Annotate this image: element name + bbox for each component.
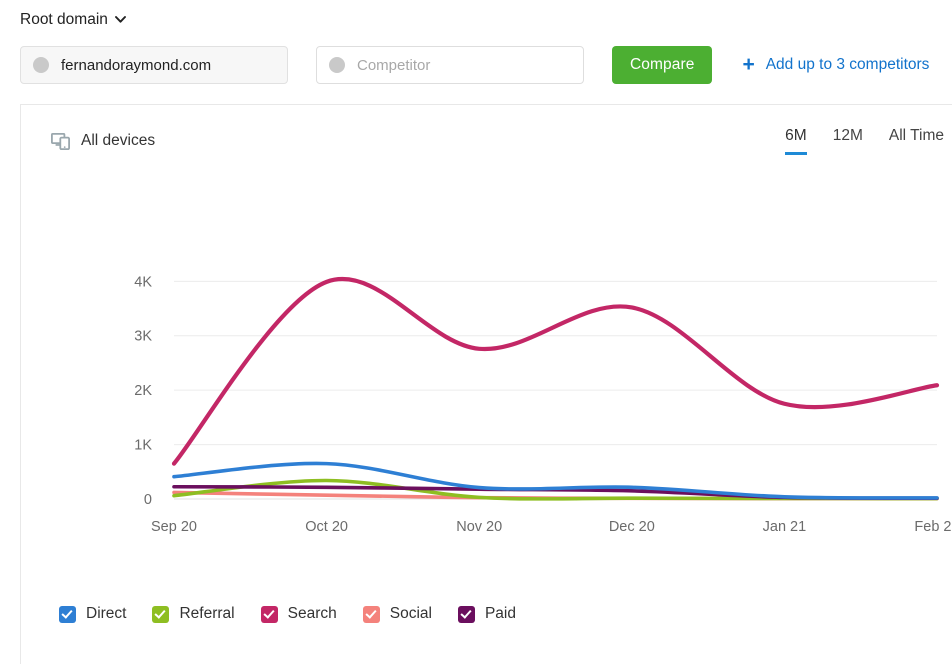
- legend-label: Direct: [86, 605, 127, 622]
- root-domain-label: Root domain: [20, 11, 108, 28]
- root-domain-dropdown[interactable]: Root domain: [20, 8, 126, 32]
- legend-item-direct[interactable]: Direct: [59, 605, 126, 623]
- y-axis-tick-label: 3K: [134, 329, 152, 345]
- x-axis-tick-label: Dec 20: [609, 519, 655, 535]
- legend-label: Search: [287, 605, 337, 622]
- add-competitors-label: Add up to 3 competitors: [765, 56, 930, 73]
- device-filter[interactable]: All devices: [51, 132, 155, 150]
- devices-icon: [51, 132, 70, 150]
- legend-item-referral[interactable]: Referral: [152, 605, 235, 623]
- legend-checkbox-direct[interactable]: [59, 605, 76, 623]
- domain-color-dot: [33, 57, 49, 73]
- chevron-down-icon: [114, 14, 126, 25]
- competitor-color-dot: [329, 57, 345, 73]
- chart-legend: Direct Referral Search Social Paid: [59, 605, 516, 623]
- legend-checkbox-social[interactable]: [362, 605, 380, 623]
- legend-label: Referral: [179, 605, 235, 622]
- competitor-input[interactable]: Competitor: [316, 46, 584, 84]
- legend-checkbox-search[interactable]: [260, 605, 278, 623]
- add-competitors-link[interactable]: + Add up to 3 competitors: [742, 52, 930, 76]
- x-axis-tick-label: Nov 20: [456, 519, 502, 535]
- y-axis-tick-label: 2K: [134, 383, 152, 399]
- time-range-tabs: 6M 12M All Time: [785, 127, 944, 155]
- legend-label: Paid: [484, 605, 516, 622]
- x-axis-tick-label: Oct 20: [305, 519, 348, 535]
- legend-item-paid[interactable]: Paid: [457, 605, 516, 623]
- legend-item-social[interactable]: Social: [362, 605, 432, 623]
- legend-checkbox-referral[interactable]: [152, 605, 170, 623]
- compare-toolbar: Root domain fernandoraymond.com Competit…: [0, 0, 952, 96]
- device-filter-label: All devices: [81, 132, 156, 149]
- competitor-input-placeholder: Competitor: [357, 56, 431, 74]
- legend-label: Social: [389, 605, 432, 622]
- tab-all-time[interactable]: All Time: [889, 127, 944, 155]
- tab-12m[interactable]: 12M: [833, 127, 863, 155]
- plus-icon: +: [742, 52, 755, 76]
- traffic-overview-card: All devices 6M 12M All Time 0 1K 2K 3K 4K Sep…: [20, 104, 952, 664]
- compare-button[interactable]: Compare: [612, 46, 713, 84]
- card-header: All devices 6M 12M All Time: [21, 105, 952, 155]
- x-axis-tick-label: Sep 20: [151, 519, 197, 535]
- y-axis-tick-label: 1K: [134, 438, 152, 454]
- domain-input-value: fernandoraymond.com: [61, 56, 212, 74]
- x-axis-tick-label: Jan 21: [763, 519, 807, 535]
- y-axis-tick-label: 4K: [134, 274, 152, 290]
- traffic-chart: 0 1K 2K 3K 4K Sep 20 Oct 20 Nov 20 Dec 20 Jan 21 F…: [21, 157, 952, 577]
- y-axis-tick-label: 0: [144, 492, 152, 508]
- chart-canvas: 0 1K 2K 3K 4K Sep 20 Oct 20 Nov 20 Dec 20 Jan 21 F…: [134, 274, 952, 535]
- series-line-search: [171, 277, 940, 466]
- legend-checkbox-paid[interactable]: [457, 605, 475, 623]
- x-axis-tick-label: Feb 21: [914, 519, 952, 535]
- domain-compare-row: fernandoraymond.com Competitor Compare +…: [20, 46, 952, 84]
- legend-item-search[interactable]: Search: [260, 605, 337, 623]
- tab-6m[interactable]: 6M: [785, 127, 807, 155]
- domain-input[interactable]: fernandoraymond.com: [20, 46, 288, 84]
